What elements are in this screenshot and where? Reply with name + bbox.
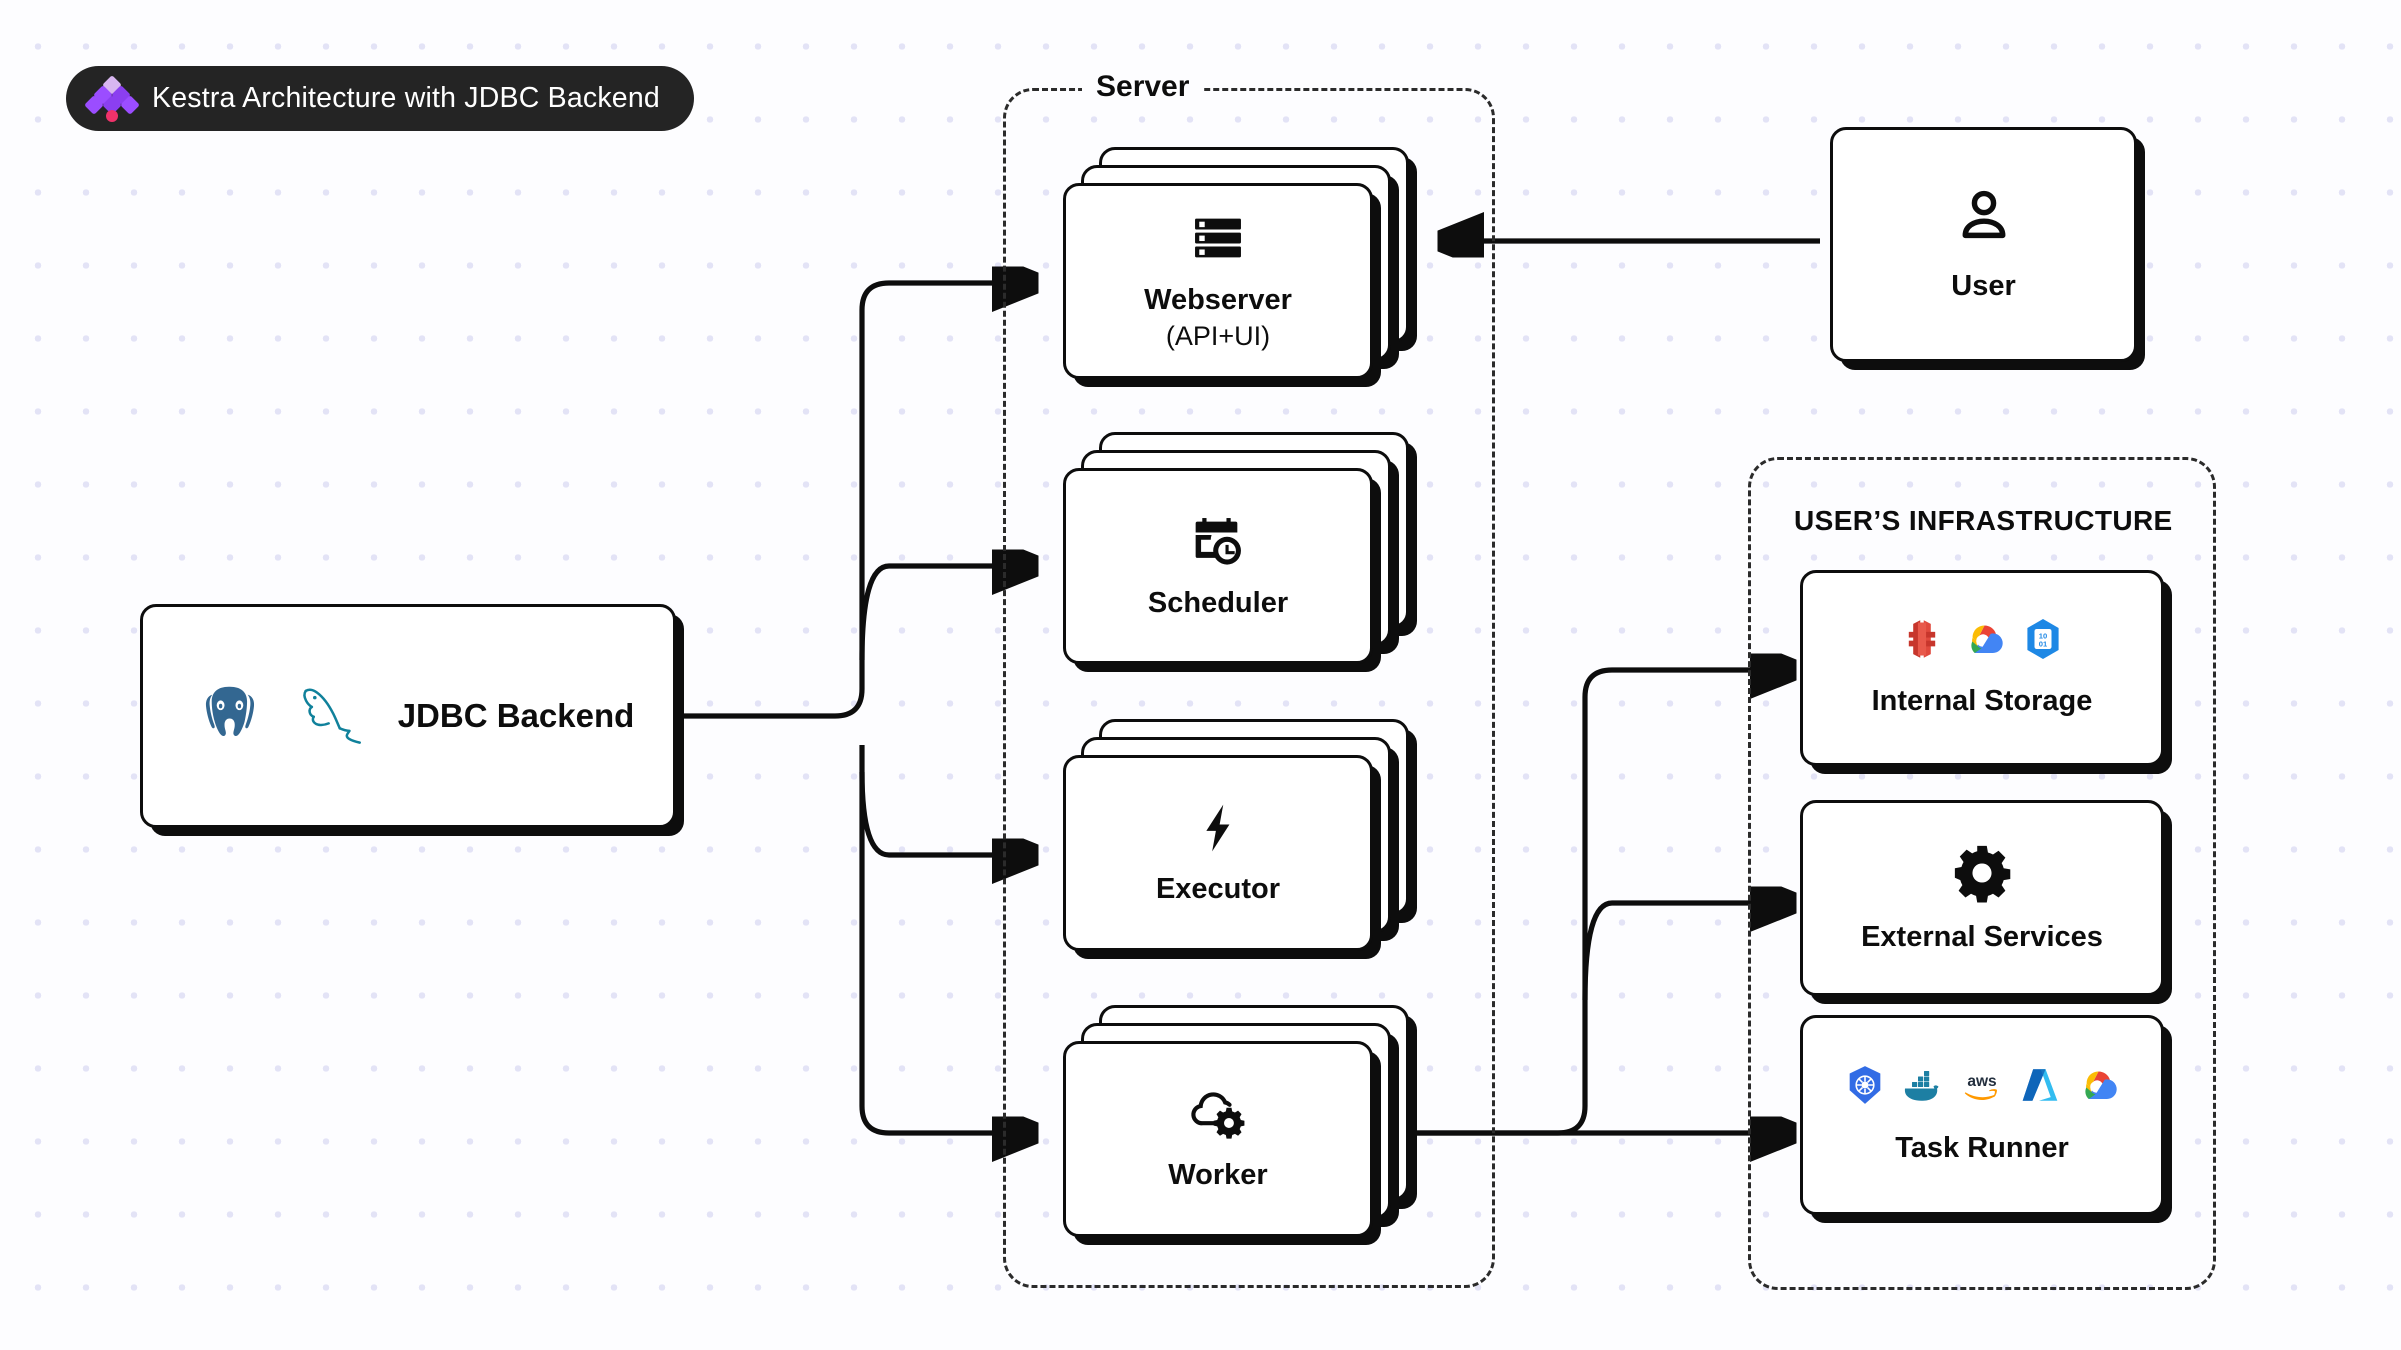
node-jdbc-backend-label: JDBC Backend <box>397 696 635 734</box>
node-internal-storage-label: Internal Storage <box>1871 685 2093 718</box>
mysql-logo <box>278 677 386 755</box>
kestra-logo <box>84 74 140 122</box>
svg-text:01: 01 <box>2039 640 2048 649</box>
person-icon <box>1953 185 2015 247</box>
node-scheduler-label: Scheduler <box>1147 586 1289 619</box>
azure-blob-storage-logo: 10 01 <box>2022 617 2064 666</box>
link-jdbc-scheduler <box>859 566 1024 661</box>
node-executor-label: Executor <box>1155 872 1281 905</box>
lightning-bolt-icon <box>1190 800 1246 856</box>
aws-s3-logo <box>1900 617 1944 666</box>
diagram-title-text: Kestra Architecture with JDBC Backend <box>152 82 660 114</box>
node-task-runner-label: Task Runner <box>1895 1132 2069 1165</box>
google-cloud-logo <box>2074 1064 2120 1111</box>
node-worker-label: Worker <box>1168 1158 1268 1191</box>
group-server-label: Server <box>1082 70 1204 104</box>
node-executor[interactable]: Executor <box>1063 755 1373 951</box>
node-scheduler[interactable]: Scheduler <box>1063 468 1373 664</box>
cloud-gear-icon <box>1188 1086 1248 1142</box>
calendar-clock-icon <box>1189 512 1247 570</box>
docker-logo <box>1899 1064 1945 1111</box>
node-worker[interactable]: Worker <box>1063 1041 1373 1237</box>
google-cloud-storage-logo <box>1960 617 2006 666</box>
server-rack-icon <box>1189 209 1247 267</box>
link-jdbc-executor <box>859 771 1024 855</box>
node-webserver-sublabel: (API+UI) <box>1165 320 1271 351</box>
internal-storage-logos: 10 01 <box>1900 617 2064 666</box>
group-user-infrastructure-label: USER’S INFRASTRUCTURE <box>1780 505 2187 537</box>
node-external-services[interactable]: External Services <box>1800 800 2164 996</box>
node-user[interactable]: User <box>1830 127 2137 362</box>
postgresql-logo <box>182 677 278 755</box>
node-task-runner[interactable]: aws Task Runner <box>1800 1015 2164 1215</box>
svg-text:aws: aws <box>1967 1073 1996 1090</box>
node-jdbc-backend[interactable]: JDBC Backend <box>140 604 676 828</box>
node-external-services-label: External Services <box>1861 920 2103 953</box>
task-runner-logos: aws <box>1844 1064 2120 1111</box>
azure-logo <box>2019 1064 2061 1111</box>
gear-icon <box>1951 842 2013 904</box>
node-internal-storage[interactable]: 10 01 Internal Storage <box>1800 570 2164 766</box>
node-user-label: User <box>1951 270 2016 303</box>
aws-logo: aws <box>1958 1065 2006 1110</box>
diagram-title-badge: Kestra Architecture with JDBC Backend <box>66 66 694 131</box>
kubernetes-logo <box>1844 1064 1886 1111</box>
link-jdbc-worker <box>859 745 1024 1133</box>
node-webserver[interactable]: Webserver (API+UI) <box>1063 183 1373 379</box>
link-jdbc-trunk <box>676 283 1024 719</box>
node-webserver-label: Webserver <box>1144 284 1292 317</box>
